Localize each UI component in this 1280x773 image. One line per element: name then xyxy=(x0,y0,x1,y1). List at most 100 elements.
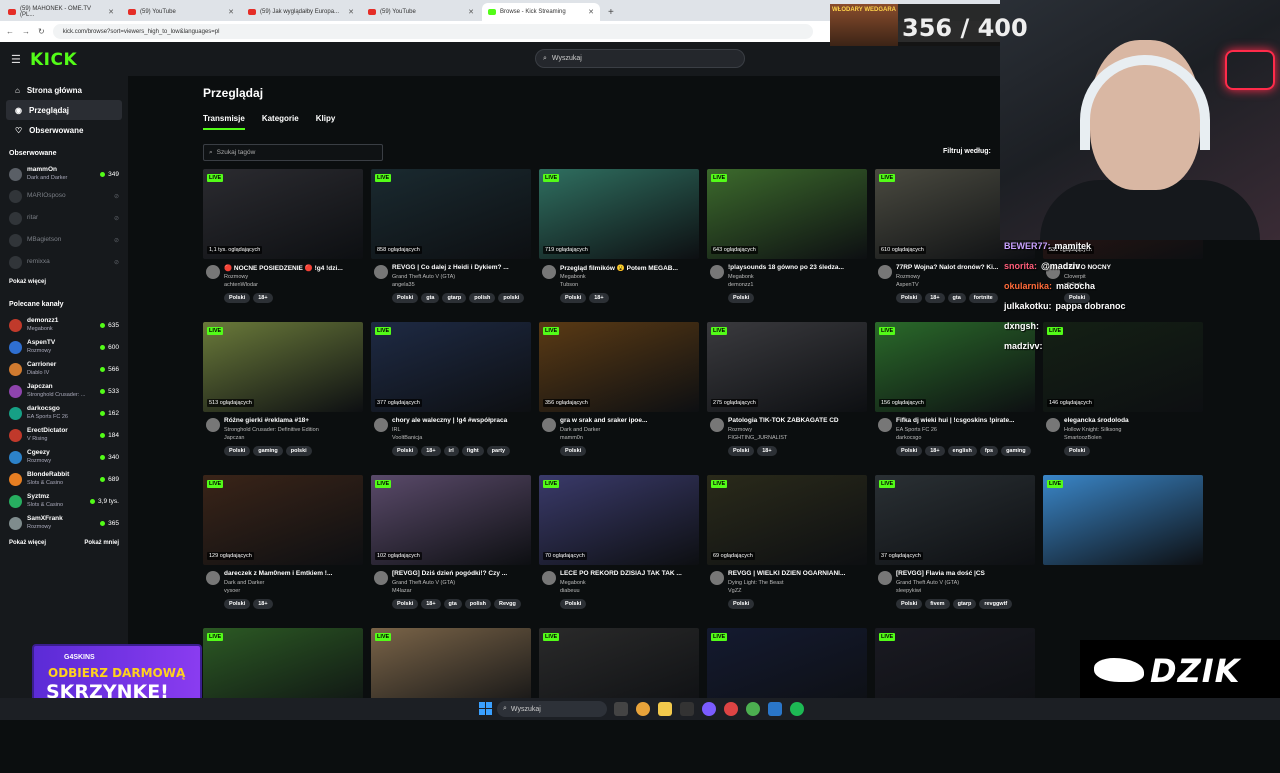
stream-username[interactable]: darkocsgo xyxy=(896,435,921,441)
sidebar-channel[interactable]: MARIOsposo ⊘ xyxy=(0,185,128,207)
stream-card[interactable]: LIVE 37 oglądających [REVGG] Flavia ma do… xyxy=(875,475,1035,620)
sidebar-item-following[interactable]: ♡ Obserwowane xyxy=(6,120,122,140)
stream-category[interactable]: Dark and Darker xyxy=(560,427,600,433)
stream-tag[interactable]: Polski xyxy=(728,446,755,456)
stream-tag[interactable]: irl xyxy=(443,446,459,456)
stream-title[interactable]: elegancka środoloda xyxy=(1064,417,1204,424)
stream-tag[interactable]: Polski xyxy=(560,599,587,609)
stream-category[interactable]: Rozmowy xyxy=(224,274,248,280)
stream-card[interactable]: LIVE 643 oglądających !playsounds 18 gówn… xyxy=(707,169,867,314)
stream-tag[interactable]: 18+ xyxy=(925,446,945,456)
stream-username[interactable]: diabeuu xyxy=(560,588,580,594)
avatar[interactable] xyxy=(374,418,388,432)
close-icon[interactable]: ✕ xyxy=(108,8,114,16)
stream-tag[interactable]: Polski xyxy=(392,446,419,456)
hamburger-icon[interactable]: ☰ xyxy=(11,53,21,66)
stream-thumbnail[interactable]: LIVE 377 oglądających xyxy=(371,322,531,412)
stream-tag[interactable]: Polski xyxy=(728,599,755,609)
stream-card[interactable]: LIVE 377 oglądających chory ale waleczny … xyxy=(371,322,531,467)
taskbar-search[interactable]: ⌕ Wyszukaj xyxy=(497,701,607,717)
stream-username[interactable]: Tubson xyxy=(560,282,578,288)
browser-icon[interactable] xyxy=(746,702,760,716)
stream-username[interactable]: AspenTV xyxy=(896,282,919,288)
stream-title[interactable]: dareczek z Mam0nem i Emtkiem !... xyxy=(224,570,364,577)
avatar[interactable] xyxy=(710,265,724,279)
sidebar-item-browse[interactable]: ◉ Przeglądaj xyxy=(6,100,122,120)
tab-clips[interactable]: Klipy xyxy=(316,114,336,130)
tab-streams[interactable]: Transmisje xyxy=(203,114,245,130)
close-icon[interactable]: ✕ xyxy=(588,8,594,16)
sidebar-channel[interactable]: Syztmz Slots & Casino 3,9 tys. xyxy=(0,490,128,512)
stream-title[interactable]: Fifka dj wieki hui | !csgoskins !pirate.… xyxy=(896,417,1036,424)
stream-tag[interactable]: Polski xyxy=(224,599,251,609)
avatar[interactable] xyxy=(206,265,220,279)
stream-title[interactable]: !playsounds 18 gówno po 23 śledza... xyxy=(728,264,868,271)
stream-thumbnail[interactable]: LIVE 719 oglądających xyxy=(539,169,699,259)
stream-tag[interactable]: Polski xyxy=(224,293,251,303)
stream-thumbnail[interactable]: LIVE 513 oglądających xyxy=(203,322,363,412)
stream-tag[interactable]: 18+ xyxy=(253,293,273,303)
stream-thumbnail[interactable]: LIVE 643 oglądających xyxy=(707,169,867,259)
browser-tab[interactable]: (59) YouTube ✕ xyxy=(122,3,240,21)
forward-icon[interactable]: → xyxy=(22,27,30,36)
sidebar-channel[interactable]: Cgeezy Rozmowy 340 xyxy=(0,446,128,468)
sidebar-channel[interactable]: MBagietson ⊘ xyxy=(0,229,128,251)
stream-tag[interactable]: Polski xyxy=(728,293,755,303)
stream-tag[interactable]: gtarp xyxy=(442,293,467,303)
stream-tag[interactable]: party xyxy=(486,446,511,456)
stream-title[interactable]: 🔴 NOCNE POSIEDZENIE 🔴 !g4 !dzi... xyxy=(224,264,364,272)
filter-label[interactable]: Filtruj według: xyxy=(943,148,991,155)
stream-tag[interactable]: Polski xyxy=(560,446,587,456)
stream-tag[interactable]: gta xyxy=(947,293,966,303)
stream-category[interactable]: Megabonk xyxy=(560,580,586,586)
stream-category[interactable]: Rozmowy xyxy=(728,427,752,433)
sidebar-channel[interactable]: SamXFrank Rozmowy 365 xyxy=(0,512,128,534)
stream-title[interactable]: REVGG | Co dalej z Heidi i Dykiem? ... xyxy=(392,264,532,271)
sidebar-channel[interactable]: demonzz1 Megabonk 635 xyxy=(0,314,128,336)
stream-username[interactable]: vysoer xyxy=(224,588,240,594)
stream-card[interactable]: LIVE 102 oglądających [REVGG] Dziś dzień … xyxy=(371,475,531,620)
stream-username[interactable]: sleepykiwi xyxy=(896,588,921,594)
stream-title[interactable]: chory ale waleczny | !g4 #współpraca xyxy=(392,417,532,424)
stream-thumbnail[interactable]: LIVE 1,1 tys. oglądających xyxy=(203,169,363,259)
avatar[interactable] xyxy=(878,418,892,432)
avatar[interactable] xyxy=(710,571,724,585)
stream-tag[interactable]: gta xyxy=(443,599,462,609)
stream-tag[interactable]: gaming xyxy=(253,446,283,456)
stream-category[interactable]: Dying Light: The Beast xyxy=(728,580,784,586)
stream-card[interactable]: LIVE 69 oglądających REVGG | WIELKI DZIEŃ… xyxy=(707,475,867,620)
stream-tag[interactable]: gaming xyxy=(1001,446,1031,456)
spotify-icon[interactable] xyxy=(790,702,804,716)
stream-title[interactable]: gra w srak and sraker ipoe... xyxy=(560,417,700,424)
stream-card[interactable]: LIVE 858 oglądających REVGG | Co dalej z … xyxy=(371,169,531,314)
stream-card[interactable]: LIVE 1,1 tys. oglądających 🔴 NOCNE POSIED… xyxy=(203,169,363,314)
stream-title[interactable]: Patologia TIK-TOK ŻABKAGATE CD xyxy=(728,417,868,424)
stream-card[interactable]: LIVE 70 oglądających LECE PO REKORD DZISI… xyxy=(539,475,699,620)
sidebar-channel[interactable]: remixxa ⊘ xyxy=(0,251,128,273)
stream-tag[interactable]: 18+ xyxy=(925,293,945,303)
sidebar-channel[interactable]: Carrioner Diablo IV 566 xyxy=(0,358,128,380)
stream-tag[interactable]: revggwtf xyxy=(979,599,1013,609)
stream-tag[interactable]: gtarp xyxy=(952,599,977,609)
stream-tag[interactable]: 18+ xyxy=(589,293,609,303)
windows-start-icon[interactable] xyxy=(479,702,492,715)
new-tab-icon[interactable]: + xyxy=(608,7,614,18)
stream-thumbnail[interactable]: LIVE 275 oglądających xyxy=(707,322,867,412)
stream-category[interactable]: Grand Theft Auto V (GTA) xyxy=(896,580,959,586)
stream-username[interactable]: SmartoozBolen xyxy=(1064,435,1102,441)
back-icon[interactable]: ← xyxy=(6,27,14,36)
avatar[interactable] xyxy=(542,571,556,585)
stream-category[interactable]: Grand Theft Auto V (GTA) xyxy=(392,274,455,280)
stream-thumbnail[interactable]: LIVE xyxy=(1043,475,1203,565)
stream-username[interactable]: mamm0n xyxy=(560,435,583,441)
stream-card[interactable]: LIVE xyxy=(1043,475,1203,620)
url-field[interactable]: kick.com/browse?sort=viewers_high_to_low… xyxy=(52,24,813,39)
show-more-followed-link[interactable]: Pokaż więcej xyxy=(9,279,46,285)
stream-thumbnail[interactable]: LIVE 70 oglądających xyxy=(539,475,699,565)
avatar[interactable] xyxy=(710,418,724,432)
stream-tag[interactable]: polski xyxy=(285,446,312,456)
stream-title[interactable]: REVGG | WIELKI DZIEŃ OGARNIANI... xyxy=(728,570,868,577)
close-icon[interactable]: ✕ xyxy=(468,8,474,16)
browser-tab[interactable]: (59) MAHONEK - OME.TV (PL... ✕ xyxy=(2,3,120,21)
folder-icon[interactable] xyxy=(658,702,672,716)
